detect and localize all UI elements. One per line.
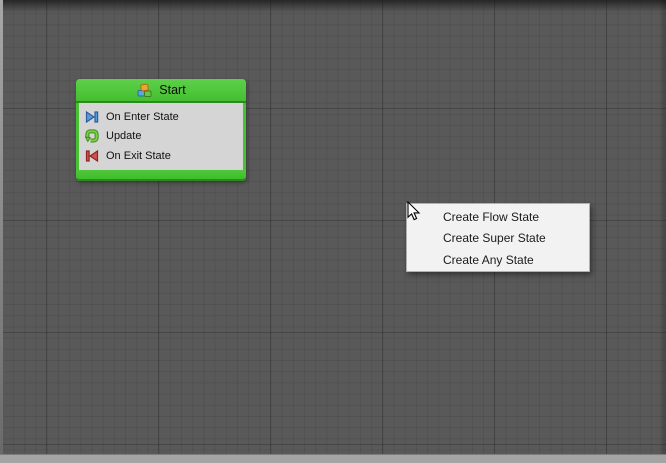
top-inner-shadow (3, 0, 666, 12)
menu-item-create-flow-state[interactable]: Create Flow State (407, 206, 589, 228)
state-node-title: Start (159, 83, 185, 97)
step-forward-icon (85, 110, 99, 124)
state-node-header[interactable]: Start (76, 79, 246, 103)
loop-arrow-icon (85, 129, 99, 143)
event-label: On Enter State (106, 111, 179, 123)
state-node-body: On Enter State Update (79, 103, 243, 170)
left-edge-strip (0, 0, 3, 455)
event-label: On Exit State (106, 150, 171, 162)
state-node-start[interactable]: Start On Enter State (76, 79, 246, 181)
bottom-scrollbar-track[interactable] (0, 454, 666, 463)
event-row-update: Update (79, 127, 243, 147)
event-row-on-exit: On Exit State (79, 146, 243, 166)
state-node-footer (76, 170, 246, 181)
menu-item-create-any-state[interactable]: Create Any State (407, 249, 589, 271)
step-back-icon (85, 149, 99, 163)
context-menu: Create Flow State Create Super State Cre… (406, 203, 590, 272)
graph-canvas[interactable]: Start On Enter State (0, 0, 666, 463)
stacked-boxes-icon (136, 83, 153, 98)
menu-item-create-super-state[interactable]: Create Super State (407, 228, 589, 250)
event-row-on-enter: On Enter State (79, 107, 243, 127)
right-inner-shadow (659, 0, 666, 455)
event-label: Update (106, 130, 141, 142)
